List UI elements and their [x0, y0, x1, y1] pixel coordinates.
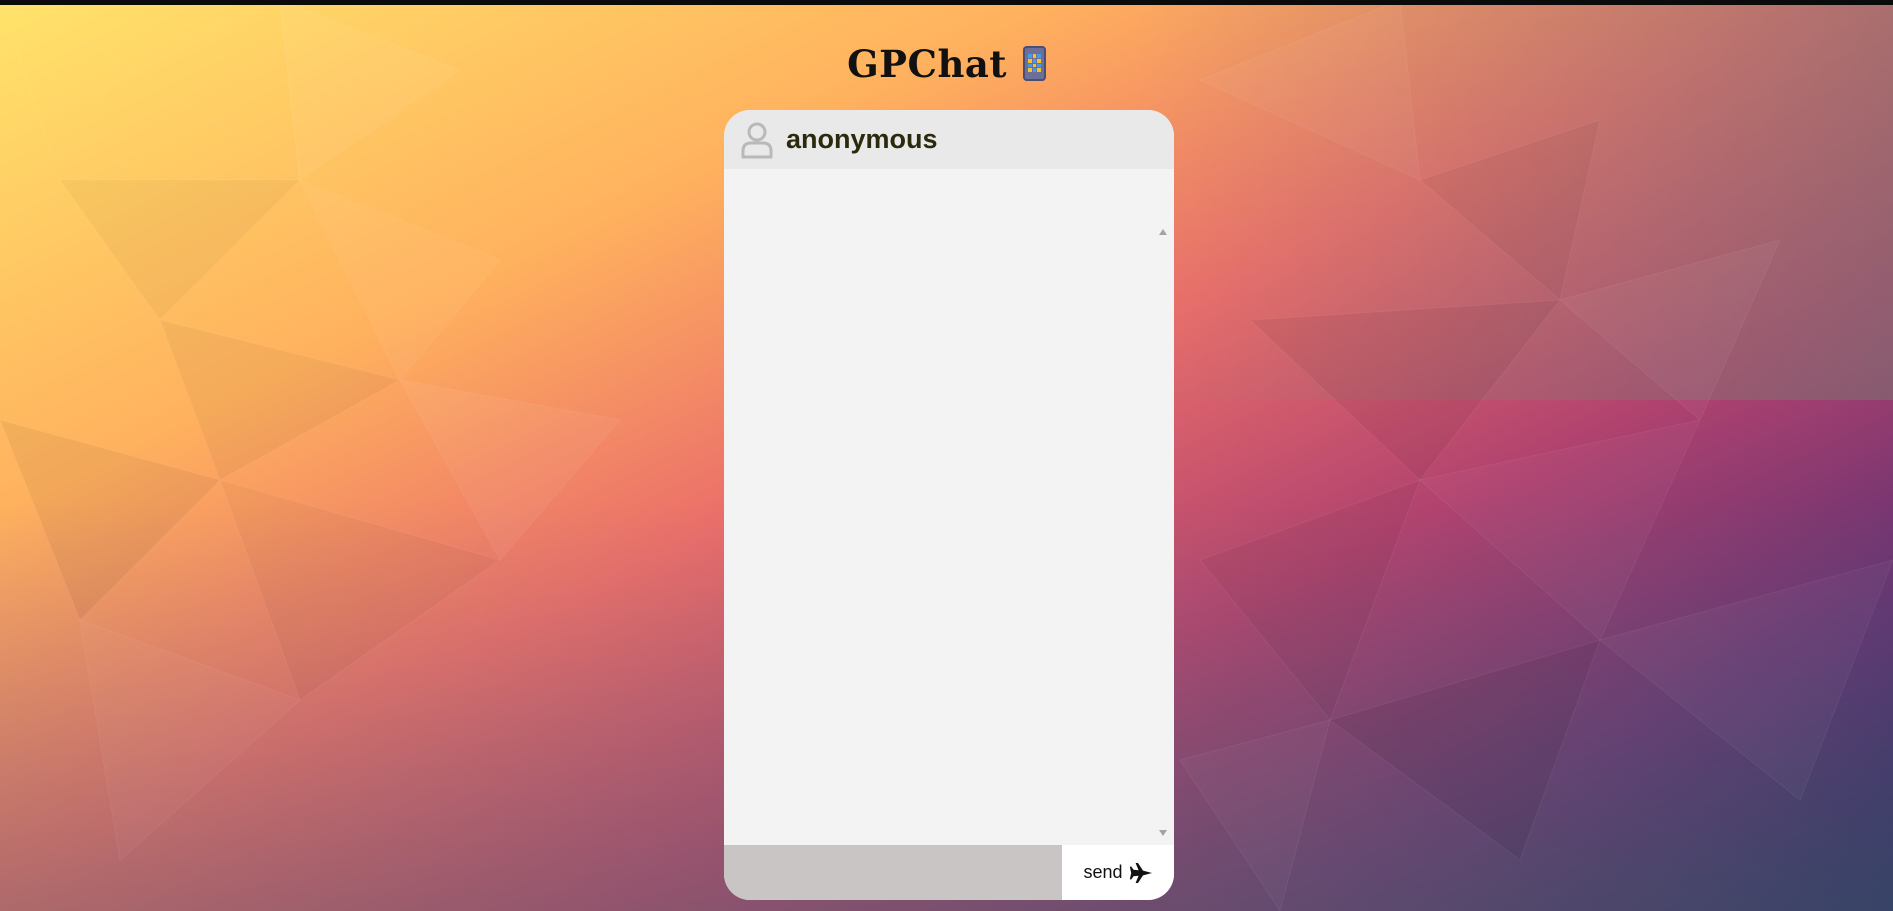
- message-composer: send: [724, 845, 1174, 900]
- send-button[interactable]: send: [1062, 845, 1174, 900]
- page-title: GPChat: [0, 42, 1893, 86]
- app-title: GPChat: [847, 42, 1007, 86]
- message-list[interactable]: [724, 169, 1174, 845]
- message-input[interactable]: [724, 845, 1062, 900]
- user-outline-icon: [741, 122, 773, 158]
- scroll-up-arrow[interactable]: [1159, 229, 1167, 235]
- chat-header: anonymous: [724, 110, 1174, 169]
- chat-window: anonymous send: [724, 110, 1174, 900]
- airplane-icon: [1129, 862, 1152, 883]
- mobile-phone-icon: [1022, 46, 1046, 81]
- send-label: send: [1083, 862, 1123, 882]
- top-bar: [0, 0, 1893, 5]
- username: anonymous: [786, 124, 938, 154]
- scroll-down-arrow[interactable]: [1159, 830, 1167, 836]
